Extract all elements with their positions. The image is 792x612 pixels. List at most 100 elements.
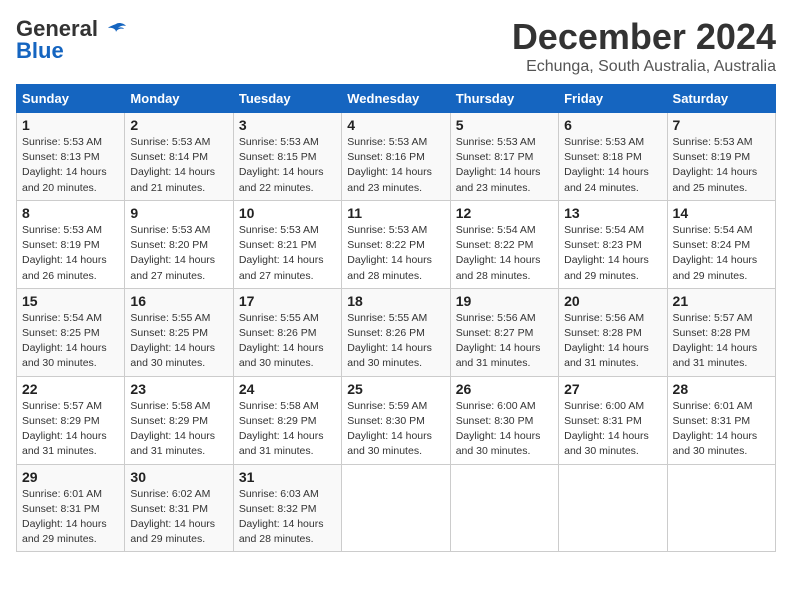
calendar-cell: 17 Sunrise: 5:55 AMSunset: 8:26 PMDayligh…	[233, 288, 341, 376]
day-number: 6	[564, 117, 661, 133]
day-number: 27	[564, 381, 661, 397]
calendar-cell: 14 Sunrise: 5:54 AMSunset: 8:24 PMDayligh…	[667, 200, 775, 288]
day-detail: Sunrise: 5:53 AMSunset: 8:13 PMDaylight:…	[22, 135, 119, 196]
logo-blue: Blue	[16, 38, 64, 64]
calendar-cell: 8 Sunrise: 5:53 AMSunset: 8:19 PMDaylight…	[17, 200, 125, 288]
col-header-sunday: Sunday	[17, 85, 125, 113]
calendar-cell: 31Sunrise: 6:03 AMSunset: 8:32 PMDayligh…	[233, 464, 341, 552]
day-detail: Sunrise: 6:00 AMSunset: 8:31 PMDaylight:…	[564, 399, 661, 460]
calendar-cell: 30 Sunrise: 6:02 AMSunset: 8:31 PMDayligh…	[125, 464, 233, 552]
day-number: 9	[130, 205, 227, 221]
calendar-cell: 9 Sunrise: 5:53 AMSunset: 8:20 PMDaylight…	[125, 200, 233, 288]
calendar-cell	[450, 464, 558, 552]
calendar-table: SundayMondayTuesdayWednesdayThursdayFrid…	[16, 84, 776, 552]
calendar-cell: 27 Sunrise: 6:00 AMSunset: 8:31 PMDayligh…	[559, 376, 667, 464]
calendar-week-1: 1 Sunrise: 5:53 AMSunset: 8:13 PMDaylight…	[17, 113, 776, 201]
calendar-cell: 11 Sunrise: 5:53 AMSunset: 8:22 PMDayligh…	[342, 200, 450, 288]
day-detail: Sunrise: 5:53 AMSunset: 8:21 PMDaylight:…	[239, 223, 336, 284]
month-title: December 2024	[512, 16, 776, 58]
col-header-saturday: Saturday	[667, 85, 775, 113]
day-number: 19	[456, 293, 553, 309]
day-detail: Sunrise: 5:53 AMSunset: 8:22 PMDaylight:…	[347, 223, 444, 284]
calendar-cell: 4 Sunrise: 5:53 AMSunset: 8:16 PMDaylight…	[342, 113, 450, 201]
day-number: 10	[239, 205, 336, 221]
calendar-cell: 5 Sunrise: 5:53 AMSunset: 8:17 PMDaylight…	[450, 113, 558, 201]
day-number: 8	[22, 205, 119, 221]
calendar-cell: 10 Sunrise: 5:53 AMSunset: 8:21 PMDayligh…	[233, 200, 341, 288]
calendar-cell: 22 Sunrise: 5:57 AMSunset: 8:29 PMDayligh…	[17, 376, 125, 464]
day-number: 1	[22, 117, 119, 133]
day-detail: Sunrise: 5:53 AMSunset: 8:20 PMDaylight:…	[130, 223, 227, 284]
day-number: 12	[456, 205, 553, 221]
day-number: 2	[130, 117, 227, 133]
day-detail: Sunrise: 6:01 AMSunset: 8:31 PMDaylight:…	[22, 487, 119, 548]
day-detail: Sunrise: 5:55 AMSunset: 8:26 PMDaylight:…	[239, 311, 336, 372]
calendar-cell: 28Sunrise: 6:01 AMSunset: 8:31 PMDayligh…	[667, 376, 775, 464]
day-detail: Sunrise: 5:54 AMSunset: 8:22 PMDaylight:…	[456, 223, 553, 284]
calendar-cell: 20 Sunrise: 5:56 AMSunset: 8:28 PMDayligh…	[559, 288, 667, 376]
day-detail: Sunrise: 5:53 AMSunset: 8:17 PMDaylight:…	[456, 135, 553, 196]
calendar-cell: 25 Sunrise: 5:59 AMSunset: 8:30 PMDayligh…	[342, 376, 450, 464]
calendar-header-row: SundayMondayTuesdayWednesdayThursdayFrid…	[17, 85, 776, 113]
calendar-cell: 2 Sunrise: 5:53 AMSunset: 8:14 PMDaylight…	[125, 113, 233, 201]
day-detail: Sunrise: 5:54 AMSunset: 8:24 PMDaylight:…	[673, 223, 770, 284]
day-detail: Sunrise: 5:56 AMSunset: 8:27 PMDaylight:…	[456, 311, 553, 372]
calendar-cell	[559, 464, 667, 552]
day-number: 3	[239, 117, 336, 133]
day-detail: Sunrise: 5:53 AMSunset: 8:19 PMDaylight:…	[22, 223, 119, 284]
col-header-tuesday: Tuesday	[233, 85, 341, 113]
day-number: 30	[130, 469, 227, 485]
col-header-friday: Friday	[559, 85, 667, 113]
day-number: 25	[347, 381, 444, 397]
calendar-cell: 29Sunrise: 6:01 AMSunset: 8:31 PMDayligh…	[17, 464, 125, 552]
calendar-cell	[342, 464, 450, 552]
day-detail: Sunrise: 5:57 AMSunset: 8:28 PMDaylight:…	[673, 311, 770, 372]
calendar-cell: 21 Sunrise: 5:57 AMSunset: 8:28 PMDayligh…	[667, 288, 775, 376]
day-detail: Sunrise: 5:55 AMSunset: 8:26 PMDaylight:…	[347, 311, 444, 372]
day-number: 14	[673, 205, 770, 221]
day-number: 26	[456, 381, 553, 397]
logo-bird-icon	[106, 22, 126, 38]
day-number: 28	[673, 381, 770, 397]
calendar-cell: 1 Sunrise: 5:53 AMSunset: 8:13 PMDaylight…	[17, 113, 125, 201]
day-detail: Sunrise: 5:57 AMSunset: 8:29 PMDaylight:…	[22, 399, 119, 460]
day-number: 16	[130, 293, 227, 309]
day-detail: Sunrise: 5:55 AMSunset: 8:25 PMDaylight:…	[130, 311, 227, 372]
day-number: 17	[239, 293, 336, 309]
page-header: General Blue December 2024 Echunga, Sout…	[16, 16, 776, 76]
day-detail: Sunrise: 6:03 AMSunset: 8:32 PMDaylight:…	[239, 487, 336, 548]
col-header-thursday: Thursday	[450, 85, 558, 113]
calendar-week-2: 8 Sunrise: 5:53 AMSunset: 8:19 PMDaylight…	[17, 200, 776, 288]
day-detail: Sunrise: 5:58 AMSunset: 8:29 PMDaylight:…	[239, 399, 336, 460]
calendar-cell: 7 Sunrise: 5:53 AMSunset: 8:19 PMDaylight…	[667, 113, 775, 201]
calendar-week-4: 22 Sunrise: 5:57 AMSunset: 8:29 PMDayligh…	[17, 376, 776, 464]
calendar-cell	[667, 464, 775, 552]
day-detail: Sunrise: 5:56 AMSunset: 8:28 PMDaylight:…	[564, 311, 661, 372]
day-number: 20	[564, 293, 661, 309]
day-detail: Sunrise: 5:59 AMSunset: 8:30 PMDaylight:…	[347, 399, 444, 460]
calendar-cell: 12 Sunrise: 5:54 AMSunset: 8:22 PMDayligh…	[450, 200, 558, 288]
day-detail: Sunrise: 5:53 AMSunset: 8:19 PMDaylight:…	[673, 135, 770, 196]
day-number: 22	[22, 381, 119, 397]
logo: General Blue	[16, 16, 126, 64]
day-detail: Sunrise: 6:02 AMSunset: 8:31 PMDaylight:…	[130, 487, 227, 548]
calendar-cell: 24Sunrise: 5:58 AMSunset: 8:29 PMDayligh…	[233, 376, 341, 464]
day-detail: Sunrise: 5:53 AMSunset: 8:15 PMDaylight:…	[239, 135, 336, 196]
calendar-cell: 16 Sunrise: 5:55 AMSunset: 8:25 PMDayligh…	[125, 288, 233, 376]
day-detail: Sunrise: 5:53 AMSunset: 8:16 PMDaylight:…	[347, 135, 444, 196]
day-number: 23	[130, 381, 227, 397]
calendar-cell: 13Sunrise: 5:54 AMSunset: 8:23 PMDayligh…	[559, 200, 667, 288]
day-number: 7	[673, 117, 770, 133]
day-number: 11	[347, 205, 444, 221]
calendar-week-5: 29Sunrise: 6:01 AMSunset: 8:31 PMDayligh…	[17, 464, 776, 552]
day-number: 15	[22, 293, 119, 309]
day-number: 4	[347, 117, 444, 133]
location-title: Echunga, South Australia, Australia	[512, 58, 776, 76]
day-number: 5	[456, 117, 553, 133]
day-detail: Sunrise: 5:53 AMSunset: 8:14 PMDaylight:…	[130, 135, 227, 196]
day-detail: Sunrise: 5:54 AMSunset: 8:25 PMDaylight:…	[22, 311, 119, 372]
calendar-cell: 3 Sunrise: 5:53 AMSunset: 8:15 PMDaylight…	[233, 113, 341, 201]
calendar-cell: 18Sunrise: 5:55 AMSunset: 8:26 PMDayligh…	[342, 288, 450, 376]
day-detail: Sunrise: 6:00 AMSunset: 8:30 PMDaylight:…	[456, 399, 553, 460]
day-number: 21	[673, 293, 770, 309]
